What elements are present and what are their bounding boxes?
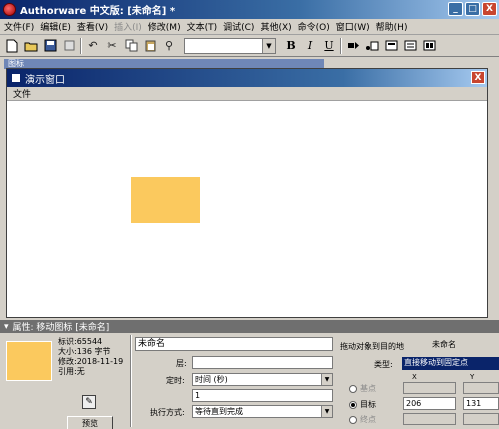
functions-icon[interactable] <box>383 38 399 54</box>
properties-title: 属性: 移动图标 [未命名] <box>12 323 110 333</box>
properties-panel: 标识:65544 大小:136 字节 修改:2018-11-19 引用:无 ✎ … <box>0 333 499 429</box>
radio-base-point[interactable]: 基点 <box>349 383 376 394</box>
main-toolbar: ↶ ✂ ⚲ ▼ B I U <box>0 35 499 57</box>
y-coordinate-label: Y <box>470 373 475 381</box>
toolbar-separator <box>80 37 82 54</box>
menu-modify[interactable]: 修改(M) <box>148 20 187 33</box>
paste-icon[interactable] <box>142 38 158 54</box>
info-reference: 引用:无 <box>58 367 85 376</box>
info-modified: 修改:2018-11-19 <box>58 357 124 366</box>
drag-target-label: 拖动对象到目的地 <box>340 342 404 351</box>
presentation-close-button[interactable]: X <box>471 71 485 84</box>
radio-base-label: 基点 <box>360 384 376 393</box>
radio-button-selected <box>349 400 357 409</box>
open-calc-icon[interactable]: ✎ <box>82 395 96 409</box>
menu-other[interactable]: 其他(X) <box>260 20 297 33</box>
exec-mode-value: 等待直到完成 <box>195 407 243 416</box>
menu-window[interactable]: 窗口(W) <box>336 20 376 33</box>
presentation-title-bar: 演示窗口 X <box>7 69 487 87</box>
target-object-name: 未命名 <box>420 339 498 352</box>
radio-button <box>349 415 357 424</box>
menu-view[interactable]: 查看(V) <box>77 20 114 33</box>
minimize-button[interactable]: _ <box>448 2 463 16</box>
control-panel-icon[interactable] <box>364 38 380 54</box>
radio-end-label: 终点 <box>360 415 376 424</box>
type-label: 类型: <box>374 360 393 369</box>
presentation-stage[interactable] <box>7 101 487 317</box>
close-button[interactable]: X <box>482 2 497 16</box>
toolbar-separator <box>340 37 342 54</box>
presentation-window: 演示窗口 X 文件 <box>6 68 488 318</box>
window-controls: _ □ X <box>448 2 497 16</box>
menu-text[interactable]: 文本(T) <box>187 20 224 33</box>
open-folder-icon[interactable] <box>23 38 39 54</box>
presentation-window-icon <box>11 73 21 83</box>
chevron-down-icon: ▼ <box>262 38 275 53</box>
new-file-icon[interactable] <box>4 38 20 54</box>
menu-help[interactable]: 帮助(H) <box>376 20 414 33</box>
window-title: Authorware 中文版: [未命名] * <box>20 6 176 17</box>
target-x-field[interactable]: 206 <box>403 397 456 410</box>
timing-dropdown[interactable]: 时间 (秒) ▼ <box>192 373 333 386</box>
run-icon[interactable] <box>345 38 361 54</box>
type-dropdown[interactable]: 直接移动到固定点 <box>402 357 499 370</box>
presentation-menu-bar: 文件 <box>7 87 487 101</box>
icon-thumbnail <box>6 341 52 381</box>
target-y-field[interactable]: 131 <box>463 397 499 410</box>
icon-info: 标识:65544 大小:136 字节 修改:2018-11-19 引用:无 <box>58 337 123 377</box>
panel-divider <box>130 335 132 427</box>
cut-icon[interactable]: ✂ <box>104 38 120 54</box>
radio-target[interactable]: 目标 <box>349 399 376 410</box>
base-x-field[interactable] <box>403 382 456 394</box>
timing-label: 定时: <box>166 376 185 385</box>
chevron-down-icon: ▼ <box>321 374 332 385</box>
info-id: 标识:65544 <box>58 337 103 346</box>
underline-button[interactable]: U <box>321 39 337 52</box>
copy-icon[interactable] <box>123 38 139 54</box>
end-x-field[interactable] <box>403 413 456 425</box>
exec-mode-dropdown[interactable]: 等待直到完成 ▼ <box>192 405 333 418</box>
end-y-field[interactable] <box>463 413 499 425</box>
layer-field[interactable] <box>192 356 333 369</box>
knowledge-objects-icon[interactable] <box>421 38 437 54</box>
chevron-down-icon: ▼ <box>321 406 332 417</box>
timing-value: 时间 (秒) <box>195 375 228 384</box>
presentation-title: 演示窗口 <box>25 74 65 86</box>
preview-button[interactable]: 预览 <box>67 416 113 429</box>
collapse-chevron-icon[interactable]: ▾ <box>4 322 9 332</box>
find-icon[interactable]: ⚲ <box>161 38 177 54</box>
radio-end-point[interactable]: 终点 <box>349 414 376 425</box>
authorware-app-icon <box>3 3 16 16</box>
italic-button[interactable]: I <box>302 39 318 52</box>
menu-debug[interactable]: 调试(C) <box>223 20 260 33</box>
menu-bar: 文件(F) 编辑(E) 查看(V) 插入(I) 修改(M) 文本(T) 调试(C… <box>0 19 499 35</box>
maximize-button[interactable]: □ <box>465 2 480 16</box>
base-y-field[interactable] <box>463 382 499 394</box>
timing-number-field[interactable]: 1 <box>192 389 333 402</box>
text-style-select[interactable]: ▼ <box>184 37 276 54</box>
menu-file[interactable]: 文件(F) <box>4 20 40 33</box>
undo-icon[interactable]: ↶ <box>85 38 101 54</box>
radio-button <box>349 384 357 393</box>
import-icon[interactable] <box>61 38 77 54</box>
menu-edit[interactable]: 编辑(E) <box>40 20 77 33</box>
bold-button[interactable]: B <box>283 39 299 52</box>
variables-icon[interactable] <box>402 38 418 54</box>
icon-name-field[interactable]: 未命名 <box>135 337 333 351</box>
save-icon[interactable] <box>42 38 58 54</box>
app-title-bar: Authorware 中文版: [未命名] * _ □ X <box>0 0 499 19</box>
presentation-menu-file[interactable]: 文件 <box>13 87 31 100</box>
exec-mode-label: 执行方式: <box>150 408 185 417</box>
radio-target-label: 目标 <box>360 400 376 409</box>
layer-label: 层: <box>176 359 187 368</box>
x-coordinate-label: X <box>412 373 417 381</box>
menu-insert[interactable]: 插入(I) <box>114 20 148 33</box>
menu-command[interactable]: 命令(O) <box>298 20 336 33</box>
properties-header: ▾ 属性: 移动图标 [未命名] <box>0 320 499 333</box>
info-size: 大小:136 字节 <box>58 347 111 356</box>
moving-object-rectangle[interactable] <box>131 177 200 223</box>
